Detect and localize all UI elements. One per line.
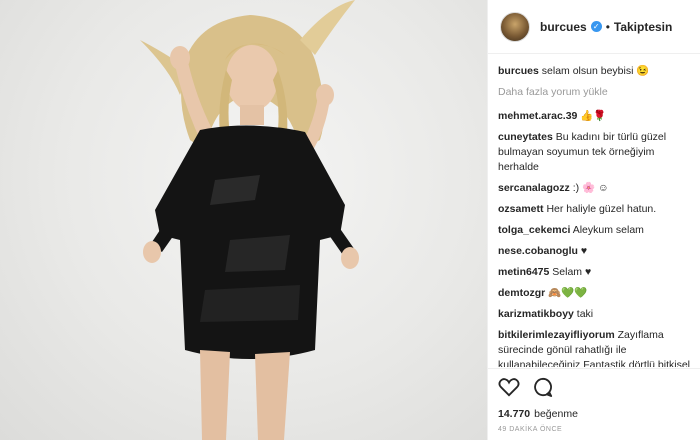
comment-list: burcues selam olsun beybisi 😉 Daha fazla…: [498, 64, 698, 367]
list-item: bitkilerimlezayifliyorum Zayıflama sürec…: [498, 328, 698, 367]
comment-username[interactable]: nese.cobanoglu: [498, 245, 578, 257]
comment-text: 👍🌹: [580, 110, 607, 122]
comment-text: Selam ♥: [552, 266, 592, 278]
like-button[interactable]: [498, 377, 520, 397]
likes-number: 14.770: [498, 408, 531, 420]
comment-icon: [534, 377, 553, 397]
comment-username[interactable]: metin6475: [498, 266, 549, 278]
header-separator: •: [605, 19, 610, 34]
avatar[interactable]: [500, 11, 530, 42]
post-side-panel: burcues ✓ • Takiptesin burcues selam ols…: [487, 0, 700, 440]
verified-badge-icon: ✓: [590, 21, 602, 32]
list-item: demtozgr 🙈💚💚: [498, 286, 698, 301]
comment-text: Her haliyle güzel hatun.: [546, 203, 657, 215]
post-actions: 14.770 beğenme 49 DAKİKA ÖNCE: [488, 368, 700, 440]
comment-text: Aleykum selam: [572, 224, 644, 236]
comment-username[interactable]: demtozgr: [498, 287, 545, 299]
caption: burcues selam olsun beybisi 😉: [498, 64, 698, 79]
list-item: sercanalagozz :) 🌸 ☺: [498, 181, 698, 196]
comment-text: taki: [576, 308, 594, 320]
list-item: metin6475 Selam ♥: [498, 265, 698, 280]
comment-username[interactable]: ozsamett: [498, 203, 544, 215]
photo-illustration: [140, 0, 359, 440]
comment-button[interactable]: [532, 377, 554, 397]
comment-username[interactable]: tolga_cekemci: [498, 224, 570, 236]
comment-text: :) 🌸 ☺: [572, 182, 609, 194]
caption-text: selam olsun beybisi 😉: [541, 65, 650, 77]
list-item: ozsamett Her haliyle güzel hatun.: [498, 202, 698, 217]
comment-text: ♥: [580, 245, 588, 257]
list-item: cuneytates Bu kadını bir türlü güzel bul…: [498, 130, 698, 175]
load-more-comments-button[interactable]: Daha fazla yorum yükle: [498, 85, 698, 100]
caption-username[interactable]: burcues: [498, 65, 539, 77]
list-item: tolga_cekemci Aleykum selam: [498, 223, 698, 238]
post-photo[interactable]: [0, 0, 487, 440]
list-item: nese.cobanoglu ♥: [498, 244, 698, 259]
comment-username[interactable]: mehmet.arac.39: [498, 110, 577, 122]
post-header: burcues ✓ • Takiptesin: [488, 0, 700, 54]
comment-username[interactable]: bitkilerimlezayifliyorum: [498, 329, 615, 341]
action-icons: [498, 377, 554, 397]
comment-username[interactable]: cuneytates: [498, 131, 553, 143]
following-button[interactable]: Takiptesin: [614, 20, 672, 34]
comment-text: 🙈💚💚: [548, 287, 588, 299]
heart-icon: [498, 378, 520, 397]
likes-label: beğenme: [534, 408, 578, 420]
list-item: mehmet.arac.39 👍🌹: [498, 109, 698, 124]
list-item: karizmatikboyy taki: [498, 307, 698, 322]
comment-username[interactable]: karizmatikboyy: [498, 308, 574, 320]
header-username[interactable]: burcues: [540, 20, 587, 34]
post-timestamp: 49 DAKİKA ÖNCE: [498, 426, 563, 433]
comment-username[interactable]: sercanalagozz: [498, 182, 570, 194]
likes-count[interactable]: 14.770 beğenme: [498, 408, 578, 420]
